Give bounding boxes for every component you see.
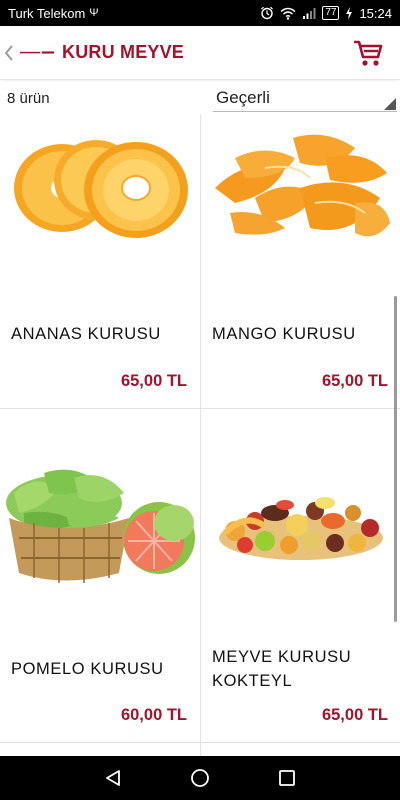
sort-dropdown[interactable]: Geçerli (213, 86, 397, 112)
dropdown-arrow-icon (384, 98, 396, 110)
grid-divider (0, 742, 400, 743)
usb-icon: Ψ (89, 7, 99, 19)
product-card[interactable]: MEYVE KURUSU KOKTEYL 65,00 TL (201, 409, 400, 724)
system-nav-bar (0, 756, 400, 800)
product-price: 65,00 TL (321, 706, 388, 724)
cart-icon[interactable] (352, 38, 384, 68)
product-price: 65,00 TL (120, 372, 187, 390)
status-icons: 77 15:24 (260, 6, 392, 21)
product-price: 60,00 TL (120, 706, 187, 724)
product-count: 8 ürün (7, 90, 50, 107)
charging-icon (346, 6, 353, 20)
page-title: KURU MEYVE (62, 42, 185, 62)
chevron-left-icon[interactable] (4, 44, 18, 62)
list-toolbar: 8 ürün Geçerli (0, 82, 400, 114)
product-card[interactable]: POMELO KURUSU 60,00 TL (0, 409, 199, 724)
product-price: 65,00 TL (321, 372, 388, 390)
product-card[interactable]: MANGO KURUSU 65,00 TL (201, 114, 400, 408)
square-recents-icon[interactable] (275, 766, 299, 790)
screen: Turk Telekom Ψ 77 15:24 KURU MEYVE 8 ürü… (0, 0, 400, 800)
product-grid: ANANAS KURUSU 65,00 TL MANGO KURUSU 65,0… (0, 114, 400, 756)
circle-home-icon[interactable] (188, 766, 212, 790)
carrier-name: Turk Telekom (8, 5, 86, 21)
sort-selected-value: Geçerli (216, 88, 270, 107)
clock: 15:24 (359, 5, 392, 21)
product-name[interactable]: MEYVE KURUSU KOKTEYL (212, 645, 396, 693)
dried-fruit-mix-image (219, 497, 383, 560)
wifi-icon (280, 7, 296, 20)
product-name[interactable]: POMELO KURUSU (11, 657, 195, 681)
scrollbar[interactable] (394, 296, 397, 622)
product-name[interactable]: MANGO KURUSU (212, 322, 396, 346)
triangle-back-icon[interactable] (101, 766, 125, 790)
alarm-icon (261, 6, 274, 20)
dried-mango-image (215, 134, 390, 237)
status-bar: Turk Telekom Ψ 77 15:24 (0, 0, 400, 26)
store-logo[interactable] (20, 47, 54, 59)
battery-level: 77 (322, 6, 340, 20)
product-card[interactable]: ANANAS KURUSU 65,00 TL (0, 114, 199, 408)
product-name[interactable]: ANANAS KURUSU (11, 322, 195, 346)
dried-pomelo-image (6, 469, 195, 583)
app-header: KURU MEYVE (0, 26, 400, 80)
signal-icon (303, 7, 316, 19)
dried-pineapple-image (14, 140, 188, 238)
